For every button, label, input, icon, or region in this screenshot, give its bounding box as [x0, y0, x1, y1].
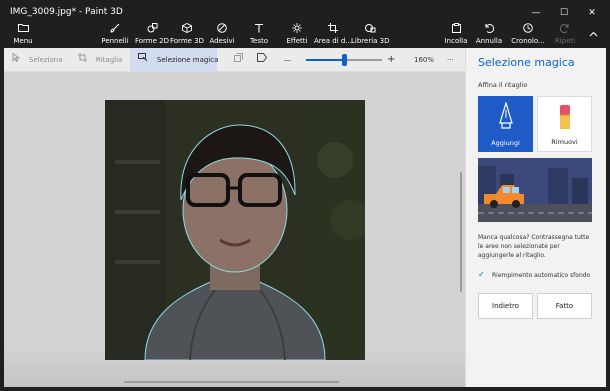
- checkmark-icon: ✓: [478, 270, 485, 279]
- more-options-button[interactable]: ···: [447, 48, 454, 72]
- tool-label: Adesivi: [209, 37, 235, 45]
- undo-icon: [474, 23, 504, 36]
- history-button[interactable]: Cronolo...: [509, 22, 547, 48]
- cursor-icon: [12, 52, 23, 65]
- crop-tool-button[interactable]: Ritaglia: [78, 48, 122, 72]
- magic-select-panel: Selezione magica Affina il ritaglio Aggi…: [465, 48, 606, 387]
- text-icon: [244, 23, 274, 36]
- tool-effects[interactable]: Effetti: [282, 22, 312, 48]
- tool-label: Forme 2D: [134, 37, 169, 45]
- auto-fill-checkbox[interactable]: ✓ Riempimento automatico sfondo: [478, 270, 590, 279]
- tool-canvas[interactable]: Area di d...: [313, 22, 353, 48]
- auto-fill-label: Riempimento automatico sfondo: [492, 272, 591, 279]
- tool-stickers[interactable]: Adesivi: [207, 22, 237, 48]
- tool-shapes-3d[interactable]: Forme 3D: [170, 22, 204, 48]
- undo-button[interactable]: Annulla: [474, 22, 504, 48]
- tool-label: Pennelli: [101, 37, 129, 45]
- zoom-out-button[interactable]: —: [284, 48, 291, 72]
- folder-icon: [8, 23, 38, 36]
- tool-label: Area di d...: [313, 37, 353, 45]
- remove-label: Rimuovi: [551, 138, 578, 146]
- crop-label: Ritaglia: [95, 56, 123, 64]
- magic-select-label: Selezione magica: [156, 56, 219, 64]
- zoom-slider-fill: [306, 59, 344, 61]
- menu-button[interactable]: Menu: [8, 22, 38, 48]
- title-bar: IMG_3009.jpg* - Paint 3D — ☐ ✕: [4, 4, 606, 22]
- zoom-in-button[interactable]: +: [387, 48, 395, 72]
- library-3d-icon: [351, 23, 389, 36]
- copy-icon: [234, 53, 243, 65]
- sticker-icon: [207, 23, 237, 36]
- remove-area-button[interactable]: Rimuovi: [537, 96, 592, 152]
- zoom-slider-thumb[interactable]: [342, 54, 347, 66]
- paste-icon: [441, 23, 471, 36]
- menu-label: Menu: [13, 37, 33, 45]
- car-illustration: [478, 158, 592, 222]
- pen-icon: [498, 100, 513, 129]
- select-tool-button[interactable]: Seleziona: [12, 48, 63, 72]
- select-label: Seleziona: [28, 56, 63, 64]
- tool-label: Forme 3D: [170, 37, 205, 45]
- panel-help-text: Manca qualcosa? Contrassegna tutte le ar…: [478, 234, 590, 259]
- canvas-area[interactable]: [4, 72, 465, 387]
- tool-label: Testo: [249, 37, 269, 45]
- horizontal-scrollbar[interactable]: [124, 381, 339, 383]
- magic-select-tool-button[interactable]: Selezione magica: [130, 48, 219, 72]
- undo-label: Annulla: [475, 37, 503, 45]
- shapes-2d-icon: [134, 23, 170, 36]
- tool-shapes-2d[interactable]: Forme 2D: [134, 22, 170, 48]
- photo-canvas[interactable]: [105, 100, 365, 360]
- close-button[interactable]: ✕: [578, 4, 606, 22]
- selection-toolbar: Seleziona Ritaglia Selezione magica — + …: [4, 48, 465, 72]
- tag-icon: [257, 53, 268, 65]
- vertical-scrollbar[interactable]: [460, 172, 462, 292]
- paste-label: Incolla: [444, 37, 468, 45]
- brush-icon: [100, 23, 130, 36]
- cube-icon: [170, 22, 204, 36]
- add-label: Aggiungi: [491, 139, 520, 147]
- history-label: Cronolo...: [511, 37, 545, 45]
- tool-brushes[interactable]: Pennelli: [100, 22, 130, 48]
- redo-icon: [550, 23, 580, 36]
- app-window: IMG_3009.jpg* - Paint 3D — ☐ ✕ Menu Penn…: [0, 0, 610, 391]
- canvas-icon: [313, 23, 353, 36]
- eraser-icon: [559, 105, 570, 129]
- tool-label: Effetti: [286, 37, 308, 45]
- collapse-ribbon-button[interactable]: [584, 22, 602, 48]
- panel-title: Selezione magica: [478, 56, 575, 69]
- done-button[interactable]: Fatto: [537, 293, 592, 319]
- maximize-button[interactable]: ☐: [550, 4, 578, 22]
- crop-icon: [78, 53, 90, 65]
- menu-bar: Menu Pennelli Forme 2D Forme 3D Adesivi: [4, 22, 606, 48]
- tag-button[interactable]: [257, 48, 273, 72]
- tool-library-3d[interactable]: Libreria 3D: [351, 22, 390, 48]
- add-area-button[interactable]: Aggiungi: [478, 96, 533, 152]
- chevron-up-icon: [584, 28, 602, 41]
- zoom-slider[interactable]: [306, 54, 382, 66]
- history-icon: [509, 23, 547, 36]
- paste-button[interactable]: Incolla: [441, 22, 471, 48]
- magic-select-icon: [138, 53, 151, 65]
- portrait-image: [105, 100, 365, 360]
- tool-label: Libreria 3D: [351, 37, 390, 45]
- back-button[interactable]: Indietro: [478, 293, 533, 319]
- zoom-level: 160%: [414, 56, 435, 64]
- effects-icon: [282, 23, 312, 36]
- panel-subtitle: Affina il ritaglio: [478, 81, 528, 89]
- redo-button[interactable]: Ripeti: [550, 22, 580, 48]
- tool-text[interactable]: Testo: [244, 22, 274, 48]
- redo-label: Ripeti: [554, 37, 576, 45]
- minimize-button[interactable]: —: [522, 4, 550, 22]
- copy-selection-button[interactable]: [234, 48, 249, 72]
- window-title: IMG_3009.jpg* - Paint 3D: [10, 7, 123, 17]
